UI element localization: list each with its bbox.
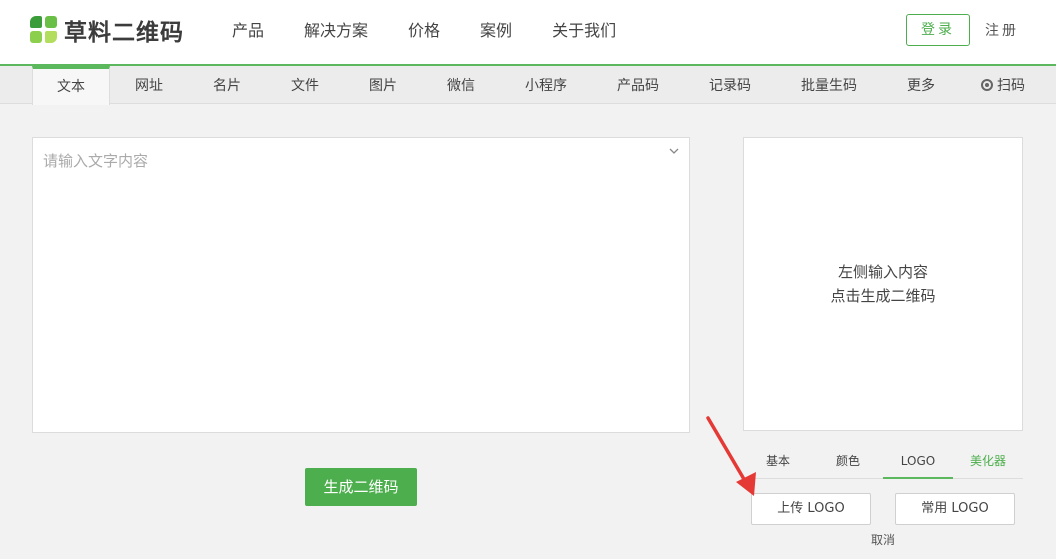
top-header: 草料二维码 产品 解决方案 价格 案例 关于我们 登录 注册 xyxy=(0,0,1056,66)
style-tab-color[interactable]: 颜色 xyxy=(813,443,883,479)
brand-logo[interactable]: 草料二维码 xyxy=(30,15,184,46)
tab-record-code[interactable]: 记录码 xyxy=(694,66,766,104)
tab-url[interactable]: 网址 xyxy=(118,66,180,104)
style-tab-beautifier[interactable]: 美化器 xyxy=(953,443,1023,479)
tab-text[interactable]: 文本 xyxy=(32,66,110,105)
qr-brand-icon xyxy=(30,16,58,44)
tab-miniprogram[interactable]: 小程序 xyxy=(510,66,582,104)
tab-scan-label: 扫码 xyxy=(997,78,1025,94)
register-link[interactable]: 注册 xyxy=(985,20,1019,40)
scan-icon xyxy=(981,79,993,91)
nav-item-about[interactable]: 关于我们 xyxy=(532,0,636,62)
qr-preview: 左侧输入内容 点击生成二维码 xyxy=(743,137,1023,431)
common-logo-button[interactable]: 常用 LOGO xyxy=(895,493,1015,525)
tab-product-code[interactable]: 产品码 xyxy=(602,66,674,104)
generate-qr-button[interactable]: 生成二维码 xyxy=(305,468,417,506)
brand-name: 草料二维码 xyxy=(64,20,184,46)
tab-image[interactable]: 图片 xyxy=(352,66,414,104)
code-type-tabs: 文本 网址 名片 文件 图片 微信 小程序 产品码 记录码 批量生码 更多 扫码 xyxy=(0,66,1056,105)
nav-item-cases[interactable]: 案例 xyxy=(460,0,532,62)
style-tabs: 基本 颜色 LOGO 美化器 xyxy=(743,443,1023,479)
tab-wechat[interactable]: 微信 xyxy=(430,66,492,104)
cancel-logo-link[interactable]: 取消 xyxy=(871,531,895,548)
nav-item-pricing[interactable]: 价格 xyxy=(388,0,460,62)
nav-item-solutions[interactable]: 解决方案 xyxy=(284,0,388,62)
text-content-input[interactable] xyxy=(33,138,689,432)
tab-file[interactable]: 文件 xyxy=(274,66,336,104)
main-nav: 产品 解决方案 价格 案例 关于我们 xyxy=(212,0,636,62)
tab-scan[interactable]: 扫码 xyxy=(970,66,1036,104)
nav-item-products[interactable]: 产品 xyxy=(212,0,284,62)
preview-hint-1: 左侧输入内容 xyxy=(837,263,928,281)
style-tab-logo[interactable]: LOGO xyxy=(883,443,953,479)
text-editor xyxy=(32,137,690,433)
tab-more[interactable]: 更多 xyxy=(890,66,952,104)
tab-batch[interactable]: 批量生码 xyxy=(788,66,870,104)
chevron-down-icon[interactable] xyxy=(669,146,679,156)
red-arrow-icon xyxy=(706,416,756,496)
login-button[interactable]: 登录 xyxy=(906,14,970,46)
preview-hint-2: 点击生成二维码 xyxy=(830,287,936,305)
tab-card[interactable]: 名片 xyxy=(196,66,258,104)
